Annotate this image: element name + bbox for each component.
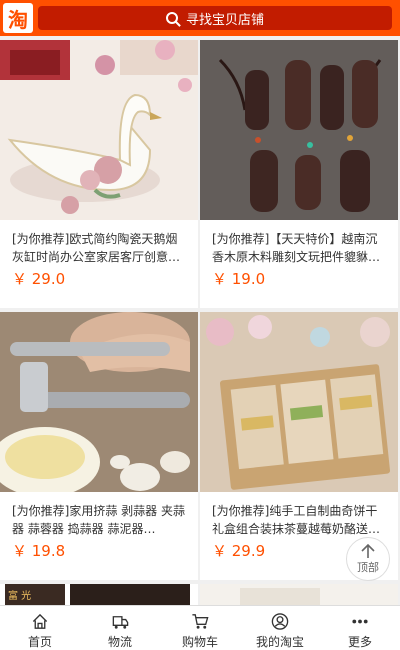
tab-label: 物流 (107, 635, 132, 649)
truck-icon (112, 616, 129, 629)
product-image-garlic-press[interactable] (0, 312, 198, 492)
search-icon (165, 12, 178, 24)
product-card-partial[interactable]: 富 光 (0, 584, 198, 606)
product-card[interactable]: [为你推荐]欧式简约陶瓷天鹅烟灰缸时尚办公室家居客厅创意… ￥ 29.0 (0, 40, 198, 308)
product-card[interactable]: [为你推荐]家用挤蒜 剥蒜器 夹蒜器 蒜蓉器 捣蒜器 蒜泥器… ￥ 19.8 (0, 312, 198, 580)
home-icon (32, 613, 48, 629)
top-header: 淘 寻找宝贝店铺 (0, 0, 400, 36)
product-image-agarwood-pendants[interactable] (200, 40, 398, 220)
cart-icon (192, 614, 209, 629)
back-to-top-label: 顶部 (357, 561, 379, 574)
tab-home[interactable]: 首页 (0, 606, 80, 650)
product-price: ￥ 29.0 (12, 270, 66, 288)
product-price: ￥ 19.8 (12, 542, 66, 560)
product-title[interactable]: [为你推荐]家用挤蒜 剥蒜器 夹蒜器 蒜蓉器 捣蒜器 蒜泥器… (0, 492, 198, 538)
product-title[interactable]: [为你推荐]纯手工自制曲奇饼干礼盒组合装抹茶蔓越莓奶酪送… (200, 492, 398, 538)
product-price: ￥ 29.9 (212, 542, 266, 560)
product-image-cookie-gift-box[interactable] (200, 312, 398, 492)
product-card-partial[interactable] (200, 584, 398, 606)
product-title[interactable]: [为你推荐]【天天特价】越南沉香木原木料雕刻文玩把件貔貅… (200, 220, 398, 266)
product-card[interactable]: [为你推荐]【天天特价】越南沉香木原木料雕刻文玩把件貔貅… ￥ 19.0 (200, 40, 398, 308)
search-bar[interactable]: 寻找宝贝店铺 (38, 6, 392, 30)
taobao-logo[interactable]: 淘 (3, 3, 33, 33)
product-title[interactable]: [为你推荐]欧式简约陶瓷天鹅烟灰缸时尚办公室家居客厅创意… (0, 220, 198, 266)
more-icon (352, 619, 368, 624)
tab-more[interactable]: 更多 (320, 606, 400, 650)
tab-label: 更多 (347, 635, 372, 649)
arrow-up-icon (361, 543, 375, 558)
tab-cart[interactable]: 购物车 (160, 606, 240, 650)
bottom-tab-bar: 首页 物流 购物车 我的淘宝 更多 (0, 605, 400, 650)
tab-label: 购物车 (181, 635, 218, 649)
tab-label: 我的淘宝 (255, 635, 304, 649)
tab-logistics[interactable]: 物流 (80, 606, 160, 650)
tab-label: 首页 (27, 635, 52, 649)
user-icon (271, 613, 289, 630)
search-placeholder: 寻找宝贝店铺 (185, 12, 264, 28)
brand-label: 富 光 (8, 591, 32, 602)
tab-my-taobao[interactable]: 我的淘宝 (240, 606, 320, 650)
product-image-swan-ashtray[interactable] (0, 40, 198, 220)
product-price: ￥ 19.0 (212, 270, 266, 288)
back-to-top-button[interactable]: 顶部 (346, 537, 390, 581)
